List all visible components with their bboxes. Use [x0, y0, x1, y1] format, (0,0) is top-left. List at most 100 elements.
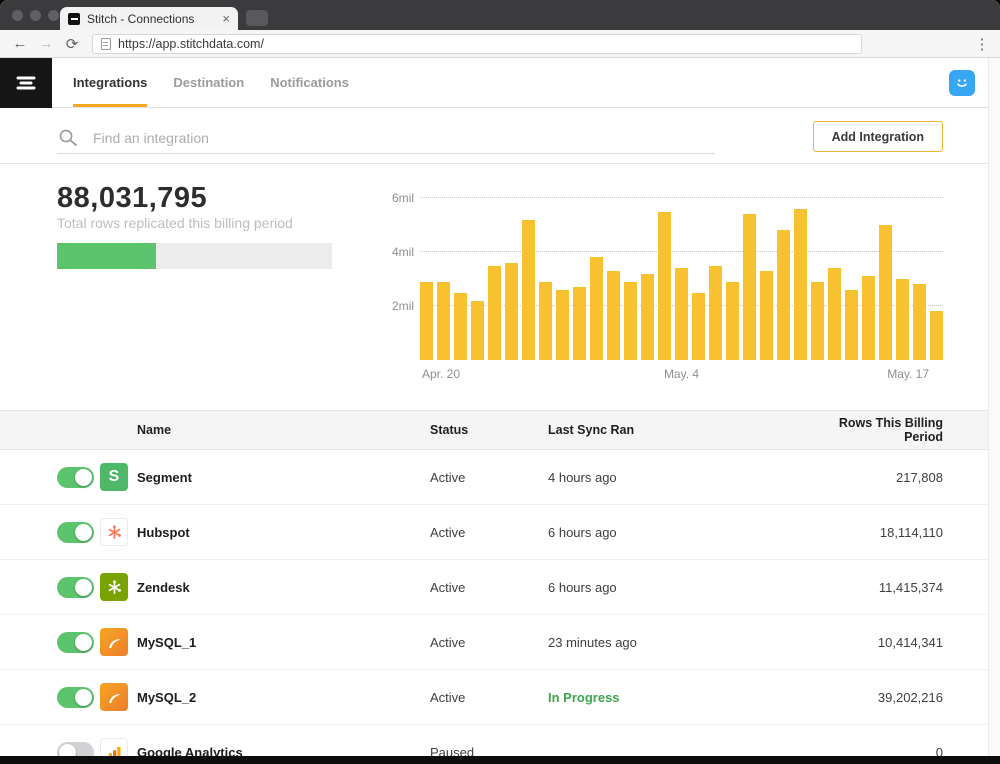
chart-bar — [726, 282, 739, 360]
app-nav: Integrations Destination Notifications — [73, 58, 349, 107]
tab-integrations[interactable]: Integrations — [73, 58, 147, 107]
search-icon — [57, 128, 79, 148]
page-bottom-bar — [0, 756, 1000, 764]
chart-bar — [675, 268, 688, 360]
integration-status: Active — [430, 580, 548, 595]
table-row[interactable]: ZendeskActive6 hours ago11,415,374 — [0, 560, 1000, 615]
mysql-logo-icon — [100, 683, 128, 711]
chart-bar — [845, 290, 858, 360]
chart-bar — [505, 263, 518, 360]
chart-x-axis: Apr. 20May. 4May. 17 — [420, 367, 943, 385]
stitch-logo[interactable] — [0, 58, 52, 108]
total-rows-caption: Total rows replicated this billing perio… — [57, 214, 332, 233]
name-cell: MySQL_1 — [100, 628, 430, 656]
page-icon — [101, 38, 111, 50]
integration-toggle[interactable] — [57, 522, 94, 543]
integration-toggle[interactable] — [57, 467, 94, 488]
integration-name: Hubspot — [137, 525, 190, 540]
chart-bar — [471, 301, 484, 360]
progress-fill — [57, 243, 156, 269]
chart-gridline — [420, 197, 943, 198]
chart-bar — [420, 282, 433, 360]
last-sync-value: 23 minutes ago — [548, 635, 818, 650]
new-tab-button[interactable] — [246, 10, 268, 26]
integration-toggle[interactable] — [57, 687, 94, 708]
column-header-name: Name — [100, 423, 430, 437]
stitch-logo-icon — [13, 70, 39, 96]
chart-x-tick-label: May. 4 — [664, 367, 699, 381]
integration-status: Active — [430, 635, 548, 650]
chart-bar — [454, 293, 467, 361]
window-zoom-button[interactable] — [48, 10, 59, 21]
chart-bar — [539, 282, 552, 360]
chart-bar — [862, 276, 875, 360]
chart-bar — [488, 266, 501, 361]
last-sync-value: 6 hours ago — [548, 525, 818, 540]
chart-y-tick-label: 6mil — [378, 191, 414, 205]
integration-toggle[interactable] — [57, 632, 94, 653]
toggle-knob — [75, 524, 92, 541]
tab-close-icon[interactable]: × — [222, 11, 230, 26]
app-header: Integrations Destination Notifications — [0, 58, 1000, 108]
last-sync-value: 4 hours ago — [548, 470, 818, 485]
chart-bar — [794, 209, 807, 360]
chart-bar — [828, 268, 841, 360]
chart-bar — [522, 220, 535, 360]
billing-progress-bar — [57, 243, 332, 269]
window-close-button[interactable] — [12, 10, 23, 21]
search-field-wrap — [57, 122, 715, 154]
toggle-cell — [0, 522, 100, 543]
chart-bar — [760, 271, 773, 360]
browser-toolbar: ← → ⟳ https://app.stitchdata.com/ ⋮ — [0, 30, 1000, 58]
column-header-last-sync: Last Sync Ran — [548, 423, 818, 437]
table-row[interactable]: MySQL_1Active23 minutes ago10,414,341 — [0, 615, 1000, 670]
reload-button-icon[interactable]: ⟳ — [62, 35, 82, 53]
last-sync-value: In Progress — [548, 690, 818, 705]
table-row[interactable]: HubspotActive6 hours ago18,114,110 — [0, 505, 1000, 560]
integrations-table: SSegmentActive4 hours ago217,808HubspotA… — [0, 450, 1000, 764]
back-button-icon[interactable]: ← — [10, 35, 30, 52]
table-header: Name Status Last Sync Ran Rows This Bill… — [0, 410, 1000, 450]
rows-count-value: 11,415,374 — [818, 580, 943, 595]
rows-count-value: 18,114,110 — [818, 525, 943, 540]
smiley-icon — [954, 75, 970, 91]
toggle-knob — [75, 469, 92, 486]
chart-bar — [692, 293, 705, 361]
rows-count-value: 39,202,216 — [818, 690, 943, 705]
chart-bar — [913, 284, 926, 360]
toggle-knob — [75, 689, 92, 706]
search-input[interactable] — [93, 130, 715, 146]
tab-notifications[interactable]: Notifications — [270, 58, 349, 107]
browser-titlebar: Stitch - Connections × — [0, 0, 1000, 30]
browser-menu-icon[interactable]: ⋮ — [974, 35, 990, 53]
chat-help-button[interactable] — [949, 70, 975, 96]
table-row[interactable]: SSegmentActive4 hours ago217,808 — [0, 450, 1000, 505]
chart-bar — [437, 282, 450, 360]
integration-name: MySQL_2 — [137, 690, 196, 705]
scrollbar-track[interactable] — [988, 58, 1000, 756]
mysql-logo-icon — [100, 628, 128, 656]
browser-tab[interactable]: Stitch - Connections × — [60, 7, 238, 30]
add-integration-button[interactable]: Add Integration — [813, 121, 943, 152]
chart-bars — [420, 209, 943, 360]
integration-toggle[interactable] — [57, 577, 94, 598]
window-minimize-button[interactable] — [30, 10, 41, 21]
last-sync-value: 6 hours ago — [548, 580, 818, 595]
url-bar[interactable]: https://app.stitchdata.com/ — [92, 34, 862, 54]
hubspot-logo-icon — [100, 518, 128, 546]
search-row: Add Integration — [0, 108, 1000, 164]
integration-status: Active — [430, 470, 548, 485]
integration-name: Segment — [137, 470, 192, 485]
chart-bar — [709, 266, 722, 361]
integration-status: Active — [430, 690, 548, 705]
chart-bar — [930, 311, 943, 360]
table-row[interactable]: MySQL_2 ActiveIn Progress39,202,216 — [0, 670, 1000, 725]
toggle-cell — [0, 687, 100, 708]
chart-bar — [641, 274, 654, 360]
toggle-knob — [75, 579, 92, 596]
total-rows-value: 88,031,795 — [57, 182, 332, 214]
tab-destination[interactable]: Destination — [173, 58, 244, 107]
toggle-cell — [0, 632, 100, 653]
name-cell: Hubspot — [100, 518, 430, 546]
name-cell: MySQL_2 — [100, 683, 430, 711]
